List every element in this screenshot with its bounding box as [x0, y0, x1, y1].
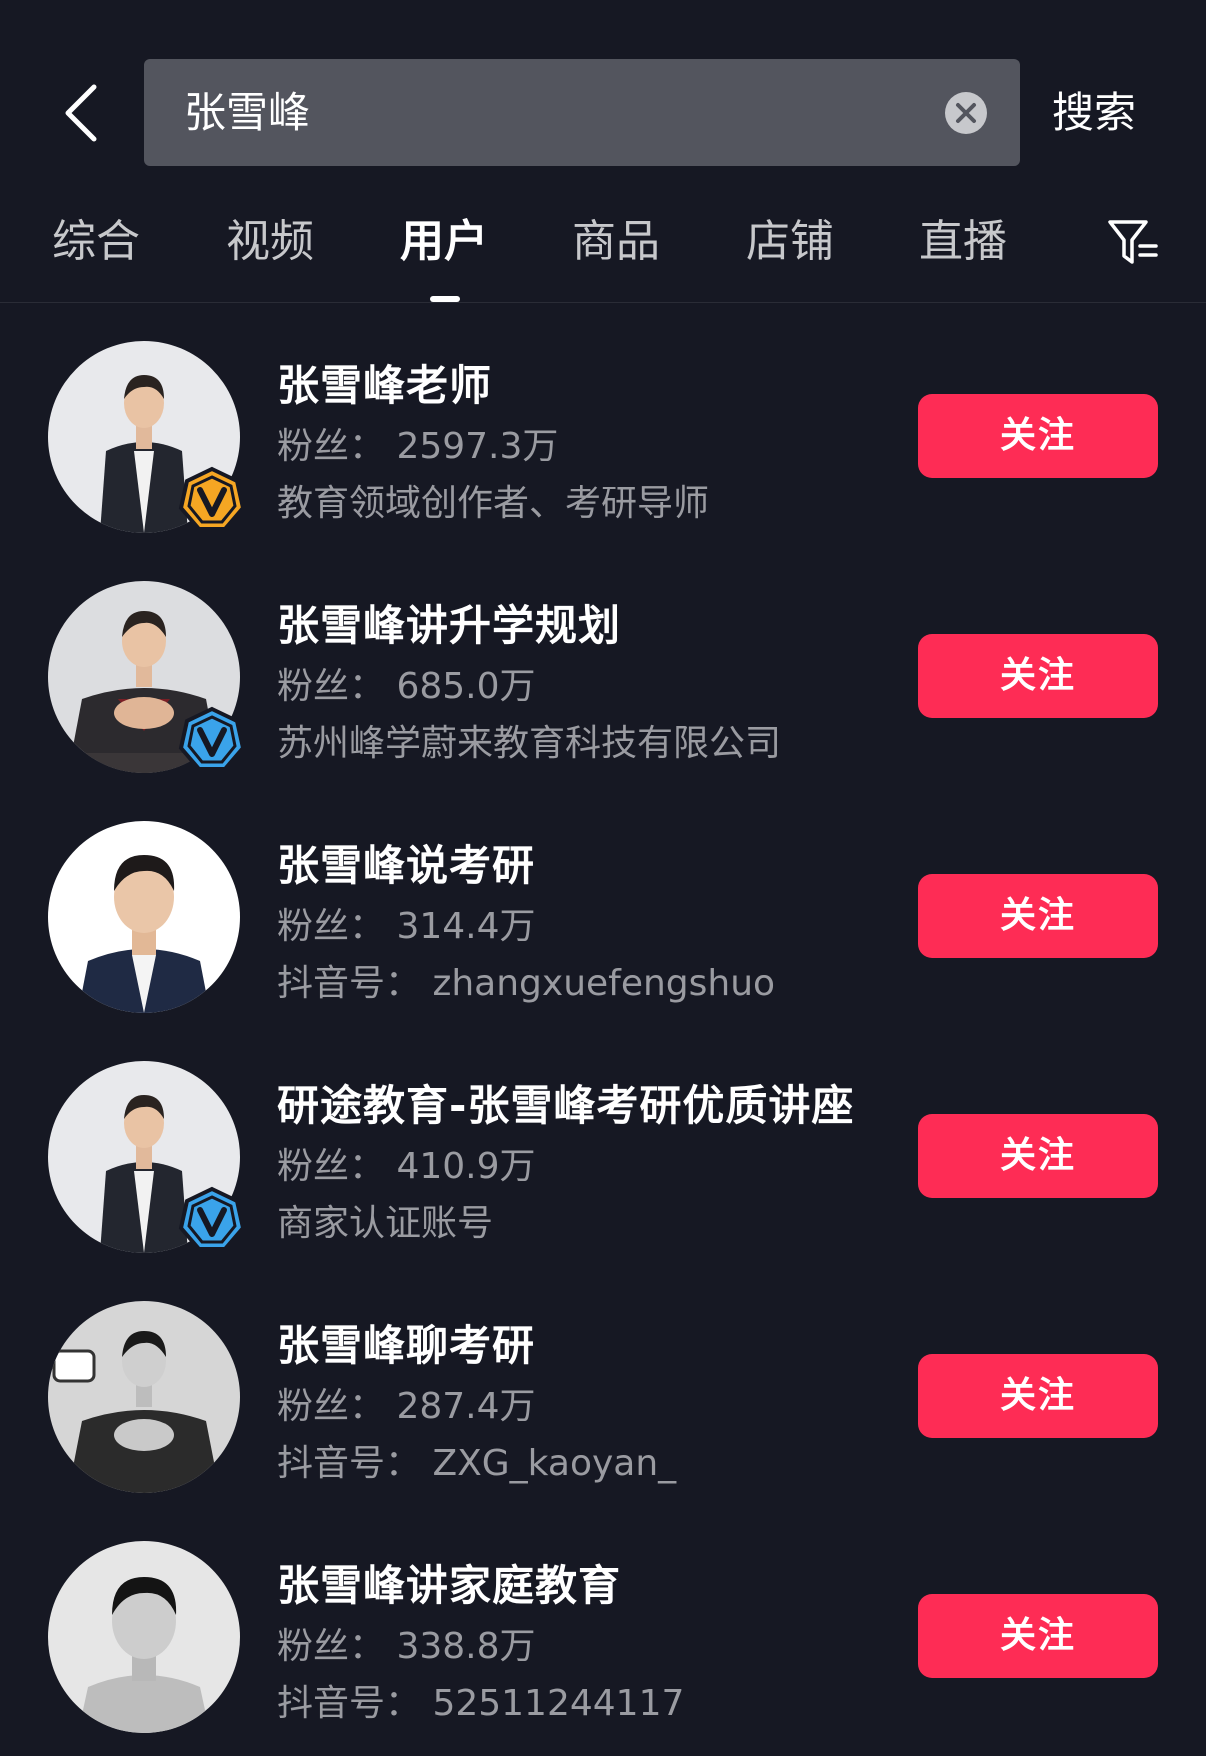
user-result-row[interactable]: 张雪峰聊考研 粉丝： 287.4万 抖音号： ZXG_kaoyan_ 关注 [0, 1262, 1206, 1502]
user-description: 抖音号： ZXG_kaoyan_ [277, 1443, 677, 1484]
tab-users[interactable]: 用户 [400, 212, 488, 272]
verified-badge-blue-icon [178, 1186, 246, 1251]
man-portrait-avatar-icon [48, 821, 240, 1013]
clear-icon [945, 92, 987, 134]
avatar[interactable] [48, 821, 240, 1013]
follower-count: 粉丝： 314.4万 [277, 906, 536, 947]
chevron-left-icon [65, 84, 97, 142]
user-name: 张雪峰讲家庭教育 [277, 1561, 622, 1610]
verified-badge-gold-icon [178, 466, 246, 531]
user-name: 张雪峰老师 [277, 361, 493, 410]
filter-button[interactable] [1106, 216, 1160, 270]
avatar[interactable] [48, 1541, 240, 1733]
user-result-row[interactable]: 张雪峰老师 粉丝： 2597.3万 教育领域创作者、考研导师 关注 [0, 302, 1206, 542]
user-description: 苏州峰学蔚来教育科技有限公司 [277, 723, 782, 764]
avatar[interactable] [48, 1301, 240, 1493]
follower-count: 粉丝： 338.8万 [277, 1626, 536, 1667]
tab-products[interactable]: 商品 [572, 212, 660, 272]
user-result-row[interactable]: 张雪峰说考研 粉丝： 314.4万 抖音号： zhangxuefengshuo … [0, 782, 1206, 1022]
search-tabs: 综合 视频 用户 商品 店铺 直播 [0, 190, 1206, 303]
search-query-text: 张雪峰 [184, 88, 311, 137]
search-input[interactable]: 张雪峰 [144, 59, 1020, 166]
user-name: 研途教育-张雪峰考研优质讲座 [277, 1081, 855, 1130]
user-result-row[interactable]: 张雪峰讲升学规划 粉丝： 685.0万 苏州峰学蔚来教育科技有限公司 关注 [0, 542, 1206, 782]
user-description: 教育领域创作者、考研导师 [277, 483, 710, 524]
follow-button[interactable]: 关注 [918, 1354, 1158, 1438]
verified-badge-blue-icon [178, 706, 246, 771]
tab-shops[interactable]: 店铺 [746, 212, 834, 272]
follower-count: 粉丝： 287.4万 [277, 1386, 536, 1427]
top-bar: 张雪峰 搜索 [0, 0, 1206, 190]
follower-count: 粉丝： 2597.3万 [277, 426, 559, 467]
follow-button[interactable]: 关注 [918, 1594, 1158, 1678]
follower-count: 粉丝： 685.0万 [277, 666, 536, 707]
user-description: 商家认证账号 [277, 1203, 494, 1244]
man-bw-portrait-avatar-icon [48, 1541, 240, 1733]
back-button[interactable] [48, 72, 112, 154]
follower-count: 粉丝： 410.9万 [277, 1146, 536, 1187]
user-result-row[interactable]: 张雪峰讲家庭教育 粉丝： 338.8万 抖音号： 52511244117 关注 [0, 1502, 1206, 1742]
user-description: 抖音号： 52511244117 [277, 1683, 685, 1724]
follow-button[interactable]: 关注 [918, 1114, 1158, 1198]
tab-live[interactable]: 直播 [919, 212, 1007, 272]
user-description: 抖音号： zhangxuefengshuo [277, 963, 776, 1004]
user-name: 张雪峰聊考研 [277, 1321, 536, 1370]
clear-search-button[interactable] [944, 91, 988, 135]
follow-button[interactable]: 关注 [918, 394, 1158, 478]
user-result-row[interactable]: 研途教育-张雪峰考研优质讲座 粉丝： 410.9万 商家认证账号 关注 [0, 1022, 1206, 1262]
tab-general[interactable]: 综合 [52, 212, 140, 272]
user-name: 张雪峰说考研 [277, 841, 536, 890]
tab-videos[interactable]: 视频 [226, 212, 314, 272]
filter-icon [1108, 220, 1158, 264]
follow-button[interactable]: 关注 [918, 634, 1158, 718]
search-button[interactable]: 搜索 [1052, 72, 1136, 154]
man-bw-hands-clasped-avatar-icon [48, 1301, 240, 1493]
user-name: 张雪峰讲升学规划 [277, 601, 622, 650]
follow-button[interactable]: 关注 [918, 874, 1158, 958]
